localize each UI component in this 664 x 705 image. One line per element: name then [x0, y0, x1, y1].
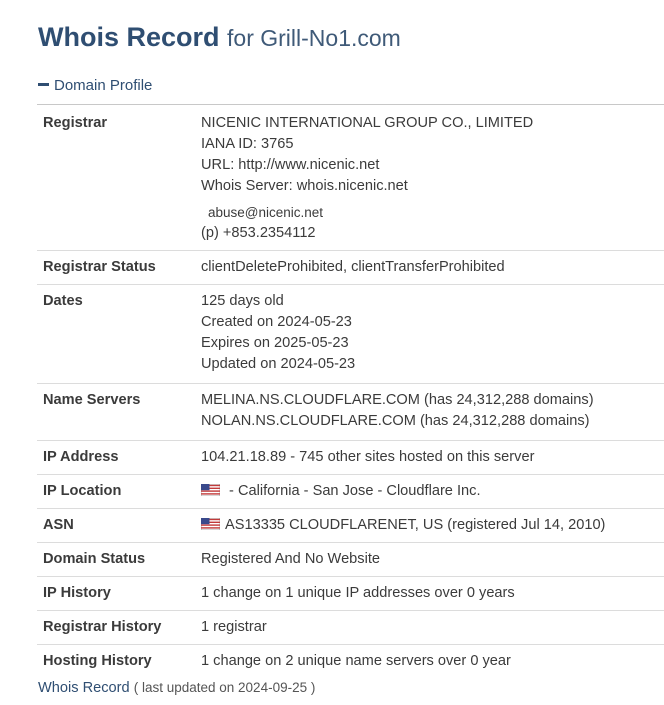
- domain-profile-label: Domain Profile: [54, 77, 153, 94]
- name-server-1: MELINA.NS.CLOUDFLARE.COM (has 24,312,288…: [201, 392, 594, 408]
- us-flag-icon: [201, 484, 220, 497]
- asn-value: AS13335 CLOUDFLARENET, US (registered Ju…: [225, 517, 606, 533]
- table-row-ip-location: IP Location - California - San Jose - Cl…: [37, 474, 664, 509]
- registrar-name: NICENIC INTERNATIONAL GROUP CO., LIMITED: [201, 115, 534, 131]
- minus-icon: [38, 82, 49, 86]
- ip-location-value: - California - San Jose - Cloudflare Inc…: [225, 483, 481, 499]
- domain-profile-toggle[interactable]: Domain Profile: [38, 77, 152, 94]
- ip-address-value: 104.21.18.89 - 745 other sites hosted on…: [201, 449, 535, 465]
- registrar-abuse-email: abuse@nicenic.net: [208, 205, 324, 220]
- row-label: Registrar Status: [43, 259, 156, 275]
- table-row-registrar-status: Registrar Status clientDeleteProhibited,…: [37, 250, 664, 285]
- registrar-iana: IANA ID: 3765: [201, 136, 294, 152]
- row-label: IP History: [43, 585, 111, 601]
- registrar-url: URL: http://www.nicenic.net: [201, 157, 380, 173]
- domain-age: 125 days old: [201, 293, 284, 309]
- row-label: Name Servers: [43, 392, 141, 408]
- row-label: Registrar: [43, 115, 108, 131]
- table-row-hosting-history: Hosting History 1 change on 2 unique nam…: [37, 644, 664, 679]
- domain-profile-table: Registrar NICENIC INTERNATIONAL GROUP CO…: [37, 104, 664, 678]
- table-row-ip-history: IP History 1 change on 1 unique IP addre…: [37, 576, 664, 611]
- row-label: Dates: [43, 293, 83, 309]
- registrar-phone: (p) +853.2354112: [201, 225, 316, 241]
- registrar-history-value: 1 registrar: [201, 619, 267, 635]
- us-flag-icon: [201, 518, 220, 531]
- table-row-dates: Dates 125 days old Created on 2024-05-23…: [37, 284, 664, 384]
- row-label: Hosting History: [43, 653, 152, 669]
- row-label: IP Address: [43, 449, 119, 465]
- page-title-main: Whois Record: [38, 22, 220, 52]
- expires-date: Expires on 2025-05-23: [201, 335, 349, 351]
- row-label: Registrar History: [43, 619, 162, 635]
- dates-value: 125 days old Created on 2024-05-23 Expir…: [201, 285, 664, 384]
- domain-status-value: Registered And No Website: [201, 551, 381, 567]
- registrar-details: NICENIC INTERNATIONAL GROUP CO., LIMITED…: [201, 105, 664, 251]
- footer: Whois Record ( last updated on 2024-09-2…: [38, 680, 315, 696]
- ip-history-value: 1 change on 1 unique IP addresses over 0…: [201, 585, 515, 601]
- ip-location-cell: - California - San Jose - Cloudflare Inc…: [201, 475, 664, 509]
- last-updated-note: ( last updated on 2024-09-25 ): [133, 680, 316, 695]
- created-date: Created on 2024-05-23: [201, 314, 352, 330]
- whois-record-link[interactable]: Whois Record: [38, 680, 130, 696]
- table-row-ip-address: IP Address 104.21.18.89 - 745 other site…: [37, 440, 664, 475]
- table-row-registrar-history: Registrar History 1 registrar: [37, 610, 664, 645]
- asn-cell: AS13335 CLOUDFLARENET, US (registered Ju…: [201, 509, 664, 543]
- table-row-registrar: Registrar NICENIC INTERNATIONAL GROUP CO…: [37, 104, 664, 251]
- name-server-2: NOLAN.NS.CLOUDFLARE.COM (has 24,312,288 …: [201, 413, 590, 429]
- updated-date: Updated on 2024-05-23: [201, 356, 356, 372]
- page-title: Whois Record for Grill-No1.com: [38, 22, 401, 53]
- table-row-domain-status: Domain Status Registered And No Website: [37, 542, 664, 577]
- page-title-domain: for Grill-No1.com: [227, 25, 401, 51]
- table-row-asn: ASN AS13335 CLOUDFLARENET, US (registere…: [37, 508, 664, 543]
- row-label: ASN: [43, 517, 74, 533]
- row-label: Domain Status: [43, 551, 146, 567]
- hosting-history-value: 1 change on 2 unique name servers over 0…: [201, 653, 511, 669]
- row-label: IP Location: [43, 483, 122, 499]
- table-row-name-servers: Name Servers MELINA.NS.CLOUDFLARE.COM (h…: [37, 383, 664, 441]
- registrar-status-value: clientDeleteProhibited, clientTransferPr…: [201, 259, 505, 275]
- registrar-whois-server: Whois Server: whois.nicenic.net: [201, 178, 408, 194]
- name-servers-value: MELINA.NS.CLOUDFLARE.COM (has 24,312,288…: [201, 384, 664, 441]
